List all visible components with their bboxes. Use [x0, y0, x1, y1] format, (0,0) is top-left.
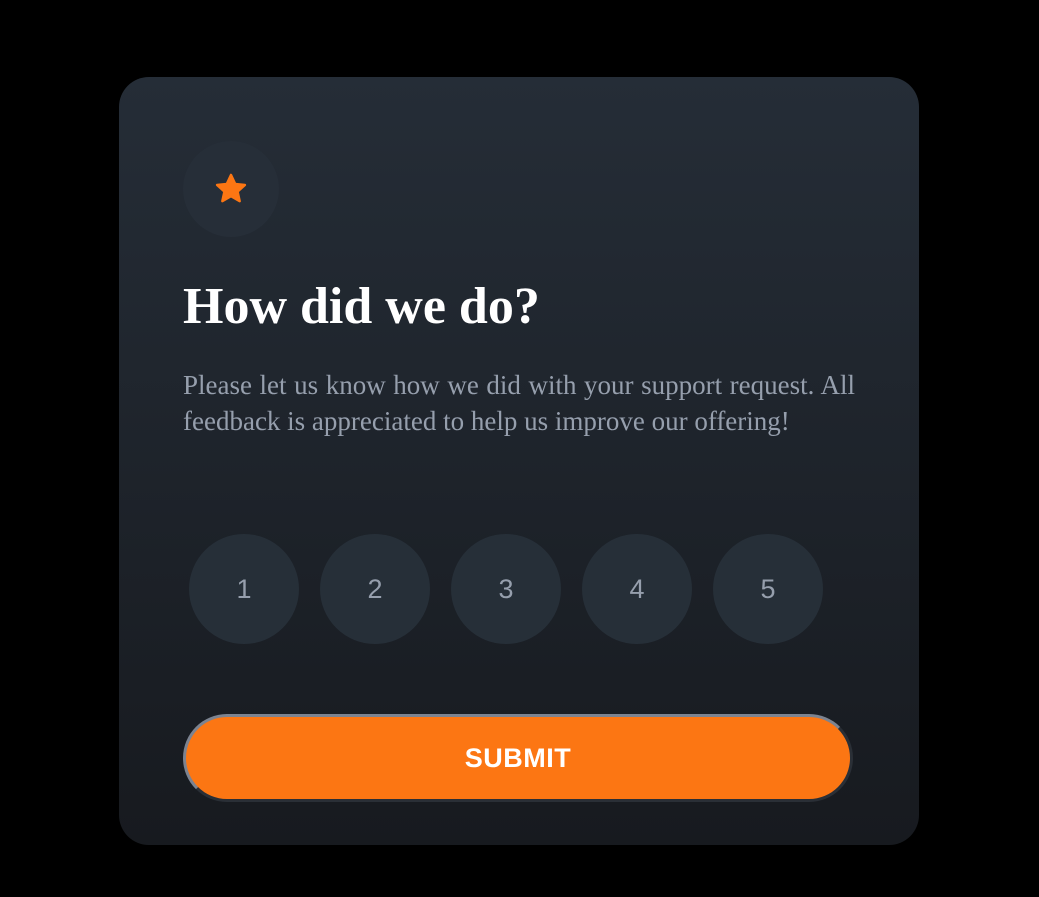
page-title: How did we do? — [183, 278, 540, 335]
rating-button-2[interactable]: 2 — [320, 534, 430, 644]
rating-button-5[interactable]: 5 — [713, 534, 823, 644]
rating-button-1[interactable]: 1 — [189, 534, 299, 644]
rating-options: 1 2 3 4 5 — [189, 534, 823, 644]
rating-button-4[interactable]: 4 — [582, 534, 692, 644]
rating-button-3[interactable]: 3 — [451, 534, 561, 644]
star-badge — [183, 141, 279, 237]
rating-card: How did we do? Please let us know how we… — [119, 77, 919, 845]
star-icon — [215, 173, 247, 203]
description-text: Please let us know how we did with your … — [183, 370, 855, 436]
submit-button[interactable]: SUBMIT — [183, 714, 853, 802]
